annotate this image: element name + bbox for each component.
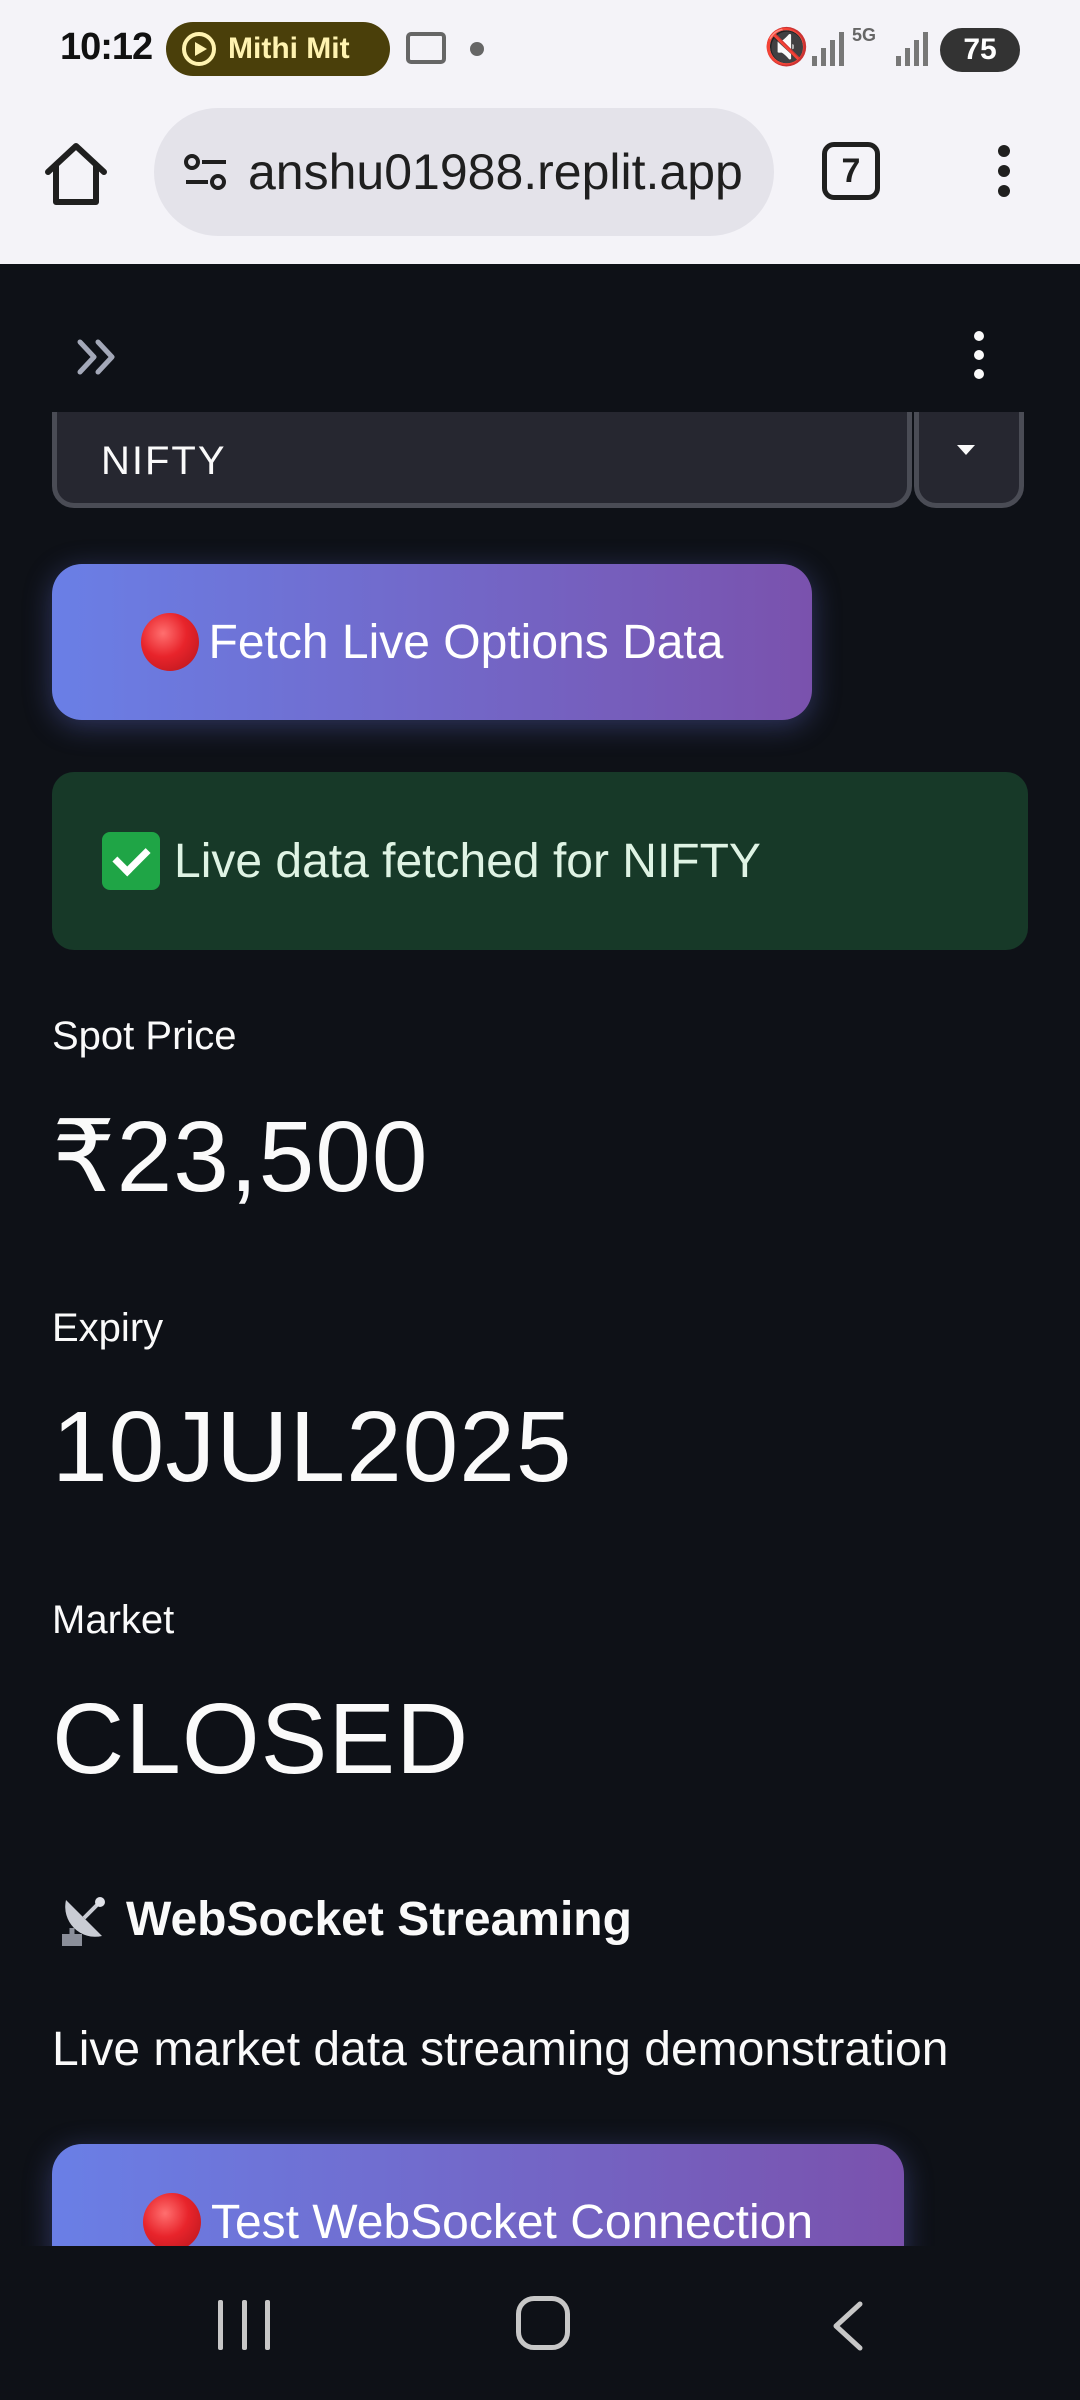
app-menu-icon[interactable] — [964, 328, 994, 388]
media-chip[interactable]: Mithi Mit — [166, 22, 390, 76]
market-label: Market — [52, 1598, 175, 1642]
system-navigation-bar — [0, 2246, 1080, 2400]
battery-indicator: 75 — [940, 28, 1020, 72]
test-websocket-button-label: Test WebSocket Connection — [210, 2195, 814, 2249]
home-nav-icon[interactable] — [516, 2296, 570, 2350]
mute-icon: 🔇 — [764, 26, 809, 67]
fetch-button-label: Fetch Live Options Data — [208, 615, 724, 669]
tab-switcher-button[interactable]: 7 — [822, 142, 880, 200]
tab-count: 7 — [841, 151, 861, 190]
more-notifications-dot-icon — [470, 42, 484, 56]
expand-sidebar-icon[interactable] — [72, 332, 132, 382]
play-icon — [182, 32, 216, 66]
battery-level: 75 — [963, 33, 997, 66]
site-settings-icon[interactable] — [178, 144, 234, 200]
symbol-select-value: NIFTY — [101, 439, 227, 483]
chevron-down-icon[interactable] — [914, 412, 1024, 508]
symbol-select[interactable]: NIFTY — [52, 412, 1028, 510]
red-circle-icon — [142, 2193, 201, 2251]
address-bar[interactable]: anshu01988.replit.app — [154, 108, 774, 236]
network-type-label: 5G — [852, 25, 877, 45]
browser-menu-icon[interactable] — [986, 140, 1022, 210]
media-chip-label: Mithi Mit — [228, 32, 350, 65]
outlook-notification-icon — [406, 32, 446, 64]
browser-toolbar: anshu01988.replit.app 7 — [0, 100, 1080, 264]
fetch-live-options-button[interactable]: Fetch Live Options Data — [52, 564, 812, 720]
status-time: 10:12 — [60, 26, 153, 68]
expiry-value: 10JUL2025 — [52, 1391, 573, 1503]
back-icon[interactable] — [828, 2298, 868, 2354]
success-alert-text: Live data fetched for NIFTY — [174, 834, 761, 888]
signal-strength-icon — [812, 30, 844, 66]
websocket-title: WebSocket Streaming — [126, 1892, 632, 1946]
red-circle-icon — [140, 613, 199, 671]
success-alert: Live data fetched for NIFTY — [52, 772, 1028, 950]
recent-apps-icon[interactable] — [218, 2300, 270, 2350]
satellite-antenna-icon — [62, 1897, 105, 1946]
signal-strength-2-icon — [896, 30, 928, 66]
expiry-label: Expiry — [52, 1306, 164, 1350]
symbol-select-box[interactable]: NIFTY — [52, 412, 912, 508]
home-icon[interactable] — [40, 138, 112, 210]
status-bar: 10:12 Mithi Mit 🔇 5G 75 — [0, 0, 1080, 100]
websocket-description: Live market data streaming demonstration — [52, 2023, 949, 2076]
spot-price-label: Spot Price — [52, 1014, 237, 1058]
check-mark-icon — [102, 832, 160, 890]
url-text[interactable]: anshu01988.replit.app — [248, 143, 743, 201]
websocket-section-heading: WebSocket Streaming — [52, 1888, 632, 1950]
market-status-value: CLOSED — [52, 1683, 470, 1795]
spot-price-value: ₹23,500 — [52, 1101, 429, 1213]
